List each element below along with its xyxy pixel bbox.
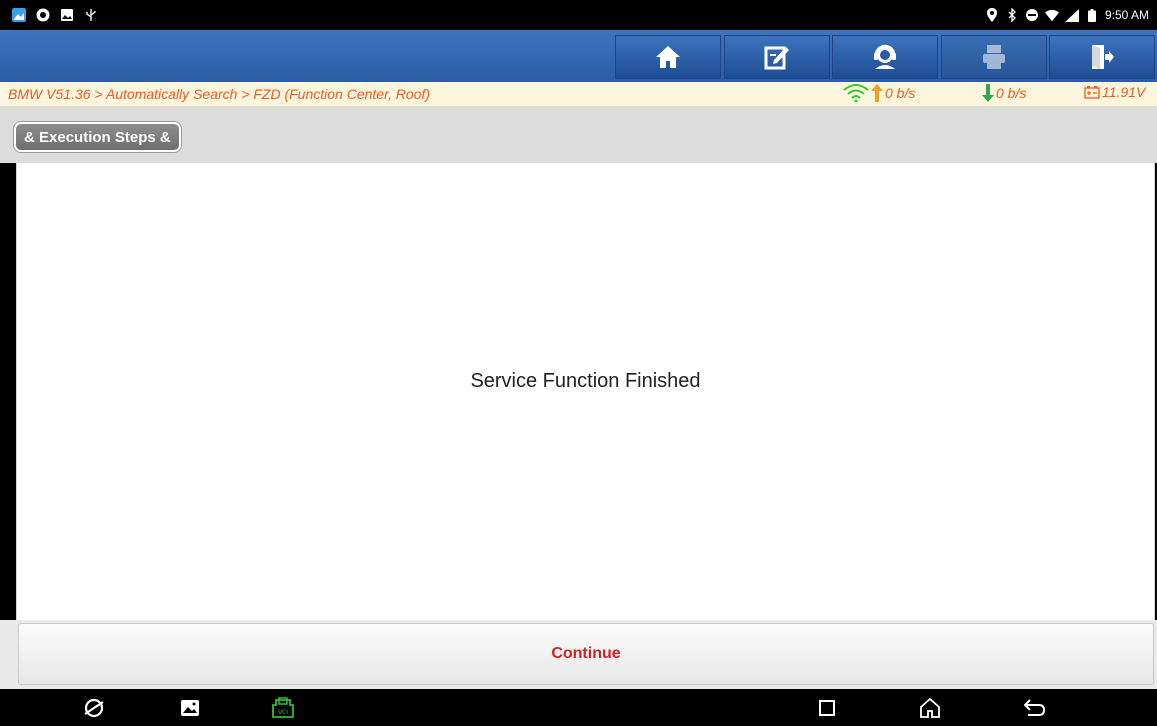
photo-icon (60, 8, 74, 22)
voltage-value: 11.91V (1102, 84, 1146, 100)
breadcrumb: BMW V51.36 > Automatically Search > FZD … (8, 86, 430, 102)
browser-icon (84, 698, 104, 718)
breadcrumb-bar: BMW V51.36 > Automatically Search > FZD … (0, 82, 1157, 107)
back-icon (1024, 699, 1046, 716)
edit-icon (764, 46, 789, 70)
battery-voltage: 11.91V (1084, 84, 1145, 100)
download-arrow-icon (982, 84, 994, 102)
wifi-icon (1044, 8, 1059, 22)
upload-status: 0 b/s (843, 84, 915, 102)
back-button[interactable] (1023, 696, 1047, 720)
print-icon (983, 45, 1005, 69)
status-message: Service Function Finished (470, 370, 701, 392)
upload-rate: 0 b/s (885, 85, 916, 101)
browser-shortcut[interactable] (82, 696, 106, 720)
continue-button[interactable]: Continue (18, 623, 1154, 685)
gallery-icon (181, 700, 199, 716)
support-icon (874, 44, 896, 69)
section-title: & Execution Steps & (14, 122, 181, 152)
gallery-shortcut[interactable] (178, 696, 202, 720)
system-status: 9:50 AM (985, 0, 1149, 30)
support-button[interactable] (832, 35, 938, 79)
browser-icon (36, 8, 50, 22)
action-bar: Continue (0, 620, 1157, 689)
battery-icon (1085, 8, 1099, 22)
status-bar: 9:50 AM (0, 0, 1157, 30)
app-toolbar (0, 30, 1157, 82)
section-header: & Execution Steps & (0, 107, 1157, 163)
recents-button[interactable] (815, 696, 839, 720)
print-button[interactable] (941, 35, 1047, 79)
vci-shortcut[interactable]: VCI (271, 696, 295, 720)
gallery-app-icon (12, 8, 26, 22)
home-icon (920, 698, 940, 718)
download-rate: 0 b/s (996, 85, 1027, 101)
exit-button[interactable] (1049, 35, 1155, 79)
location-icon (985, 8, 999, 22)
clock: 9:50 AM (1104, 8, 1149, 22)
notification-icons (0, 8, 98, 22)
svg-text:VCI: VCI (278, 709, 288, 716)
wifi-signal-icon (843, 84, 869, 102)
dnd-icon (1025, 8, 1039, 22)
home-nav-button[interactable] (918, 696, 942, 720)
upload-arrow-icon (871, 84, 883, 102)
car-battery-icon (1084, 86, 1100, 99)
home-icon (656, 46, 680, 68)
bluetooth-icon (1005, 8, 1019, 22)
exit-icon (1092, 45, 1114, 69)
recents-icon (819, 700, 835, 716)
home-button[interactable] (615, 35, 721, 79)
download-status: 0 b/s (982, 84, 1026, 102)
vci-icon: VCI (272, 697, 294, 718)
usb-icon (84, 8, 98, 22)
edit-button[interactable] (724, 35, 830, 79)
signal-icon (1064, 8, 1079, 22)
navigation-bar: VCI (0, 689, 1157, 726)
content-panel: Service Function Finished (16, 163, 1155, 620)
